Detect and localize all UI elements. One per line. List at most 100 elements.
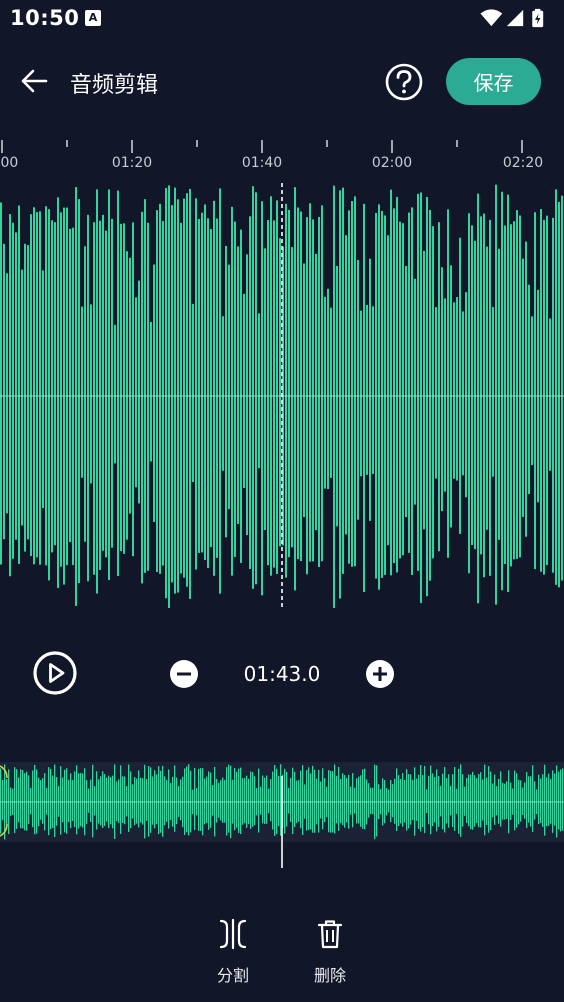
waveform-bar: [513, 221, 515, 560]
waveform-bar: [54, 222, 56, 546]
waveform-bar: [120, 223, 122, 552]
overview-bar: [558, 771, 560, 830]
overview-bar: [68, 779, 70, 823]
waveform-bar: [276, 200, 278, 574]
overview-bar: [396, 768, 398, 832]
play-button[interactable]: [32, 650, 78, 696]
overview-bar: [110, 777, 112, 825]
overview-bar: [122, 776, 124, 823]
waveform-bar: [228, 264, 230, 510]
overview-bar: [308, 767, 310, 830]
overview-bar: [510, 782, 512, 820]
back-button[interactable]: [16, 62, 54, 100]
overview-bar: [524, 782, 526, 819]
overview-bar: [154, 770, 156, 829]
waveform-bar: [45, 206, 47, 566]
split-button[interactable]: 分割: [205, 918, 261, 988]
overview-bar: [406, 769, 408, 831]
delete-button[interactable]: 删除: [302, 918, 358, 988]
save-button[interactable]: 保存: [446, 58, 541, 105]
overview-bar: [76, 765, 78, 835]
waveform-bar: [24, 243, 26, 552]
overview-bar: [404, 779, 406, 823]
overview-bar: [250, 771, 252, 829]
overview-bar: [40, 780, 42, 820]
overview-bar: [280, 764, 282, 836]
overview-bar: [548, 773, 550, 826]
overview-bar: [402, 773, 404, 827]
waveform-bar: [309, 203, 311, 562]
waveform-bar: [39, 211, 41, 565]
waveform-bar: [405, 265, 407, 518]
waveform-bar: [384, 215, 386, 575]
minus-circle-icon: [170, 660, 198, 688]
zoom-in-button[interactable]: [365, 659, 395, 689]
overview-bar: [458, 768, 460, 834]
zoom-out-button[interactable]: [169, 659, 199, 689]
waveform-bar: [474, 240, 476, 550]
waveform-bar: [435, 307, 437, 479]
overview-bar: [228, 764, 230, 833]
overview-waveform[interactable]: [0, 760, 564, 870]
waveform-bar: [378, 204, 380, 590]
overview-bar: [516, 773, 518, 828]
overview-bar: [530, 776, 532, 827]
overview-bar: [460, 764, 462, 837]
waveform-bar: [27, 245, 29, 540]
waveform-bar: [111, 218, 113, 548]
waveform-bar: [498, 248, 500, 540]
overview-bar: [290, 777, 292, 822]
overview-bar: [292, 767, 294, 834]
overview-bar: [422, 775, 424, 828]
waveform-bar: [354, 196, 356, 567]
overview-bar: [258, 768, 260, 833]
waveform-bar: [51, 220, 53, 553]
waveform-bar: [114, 324, 116, 464]
overview-bar: [56, 777, 58, 826]
waveform-bar: [447, 209, 449, 558]
overview-bar: [526, 771, 528, 828]
waveform-bar: [411, 207, 413, 575]
main-waveform[interactable]: [0, 183, 564, 609]
waveform-bar: [531, 316, 533, 466]
overview-bar: [500, 771, 502, 827]
waveform-bar: [192, 303, 194, 483]
waveform-bar: [261, 201, 263, 596]
waveform-bar: [270, 196, 272, 576]
waveform-bar: [426, 196, 428, 597]
waveform-bar: [351, 200, 353, 567]
overview-bar: [398, 775, 400, 827]
waveform-bar: [552, 217, 554, 573]
overview-bar: [480, 772, 482, 828]
battery-charging-icon: [532, 8, 544, 28]
waveform-bar: [123, 223, 125, 554]
help-button[interactable]: [384, 62, 424, 102]
overview-bar: [350, 786, 352, 815]
waveform-bar: [210, 229, 212, 548]
waveform-bar: [117, 190, 119, 576]
overview-bar: [388, 789, 390, 813]
overview-bar: [268, 788, 270, 814]
overview-bar: [340, 778, 342, 824]
overview-bar: [278, 776, 280, 827]
status-bar: 10:50 A: [0, 0, 564, 38]
overview-bar: [132, 784, 134, 819]
overview-bar: [478, 774, 480, 828]
overview-bar: [254, 776, 256, 826]
page-title: 音频剪辑: [70, 73, 159, 98]
overview-bar: [220, 780, 222, 821]
overview-bar: [322, 768, 324, 830]
overview-bar: [520, 780, 522, 822]
waveform-bar: [105, 230, 107, 558]
waveform-bar: [318, 216, 320, 568]
waveform-bar: [399, 221, 401, 559]
overview-bar: [544, 764, 546, 836]
waveform-bar: [546, 215, 548, 566]
waveform-bar: [327, 288, 329, 490]
overview-bar: [550, 778, 552, 824]
overview-bar: [354, 787, 356, 814]
overview-bar: [476, 778, 478, 824]
waveform-bar: [366, 304, 368, 475]
overview-bar: [208, 771, 210, 830]
waveform-bar: [456, 297, 458, 481]
